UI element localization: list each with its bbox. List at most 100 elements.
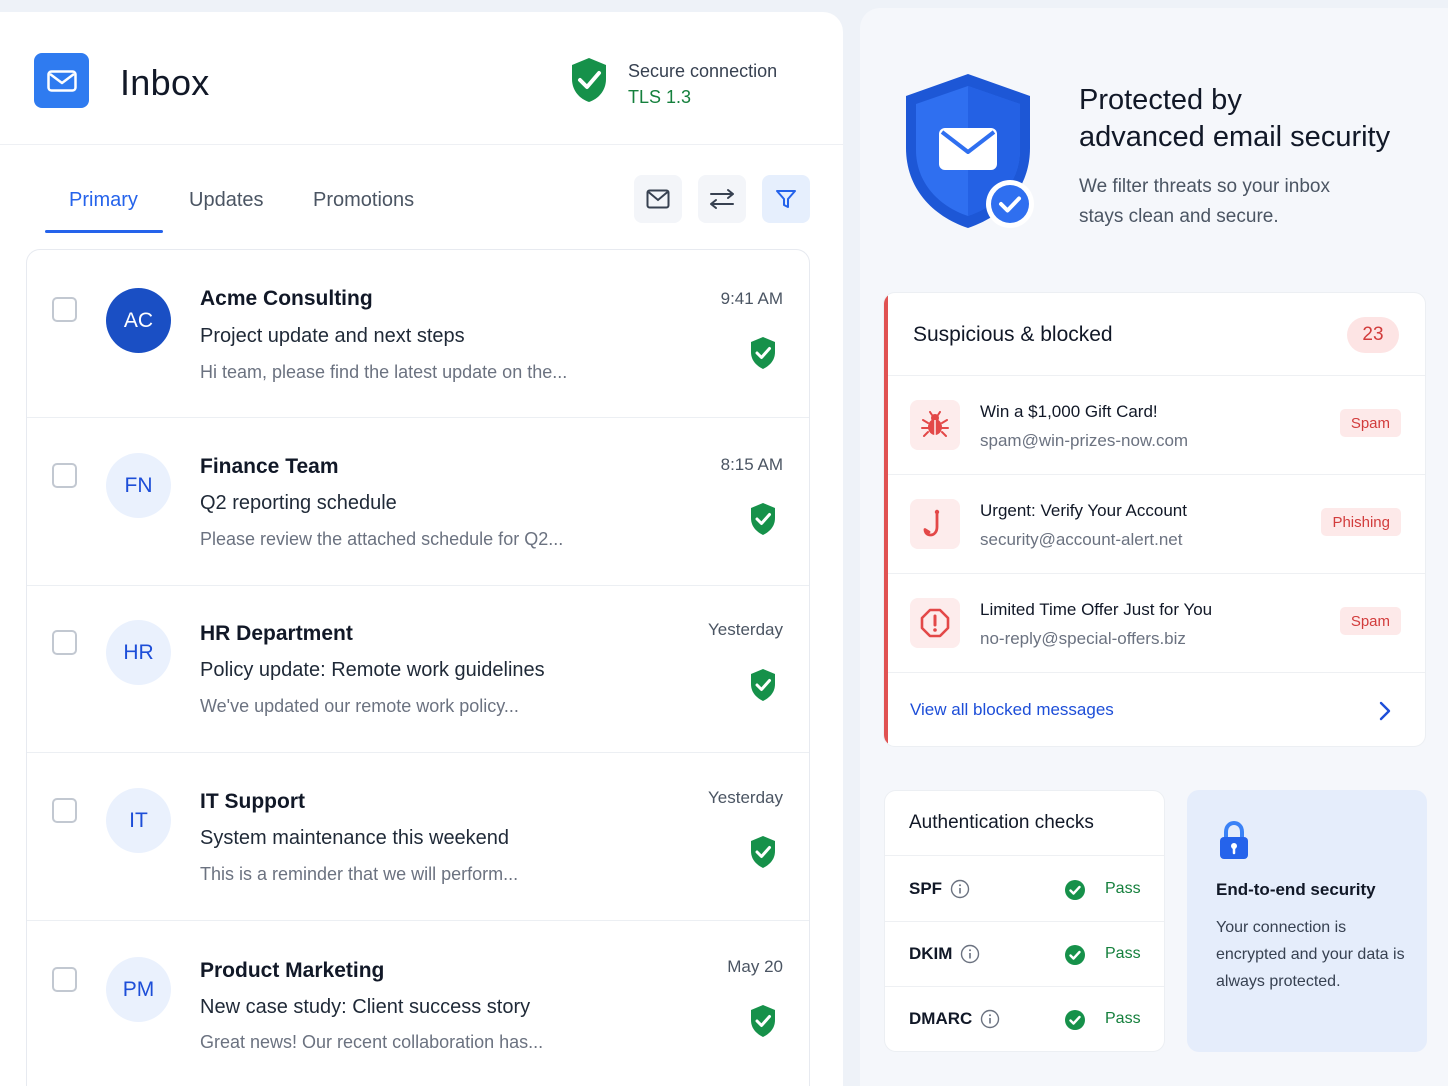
hero-title-line: advanced email security bbox=[1079, 121, 1391, 153]
divider bbox=[885, 986, 1164, 987]
sort-button[interactable] bbox=[698, 175, 746, 223]
sender-name: HR Department bbox=[200, 622, 353, 645]
email-subject: Policy update: Remote work guidelines bbox=[200, 659, 545, 681]
auth-title: Authentication checks bbox=[909, 812, 1094, 833]
blocked-sender: spam@win-prizes-now.com bbox=[980, 431, 1189, 450]
info-icon[interactable] bbox=[950, 879, 970, 899]
email-row[interactable]: HR HR Department Policy update: Remote w… bbox=[27, 585, 809, 753]
auth-check-name: DKIM bbox=[909, 944, 953, 963]
filter-button[interactable] bbox=[762, 175, 810, 223]
bug-icon bbox=[910, 400, 960, 450]
email-row[interactable]: AC Acme Consulting Project update and ne… bbox=[27, 250, 809, 418]
auth-check-name: SPF bbox=[909, 879, 943, 898]
email-row[interactable]: FN Finance Team Q2 reporting schedule Pl… bbox=[27, 418, 809, 586]
inbox-header: Inbox Secure connection TLS 1.3 bbox=[0, 12, 843, 145]
mail-icon bbox=[646, 189, 670, 209]
lock-icon bbox=[1217, 820, 1251, 867]
blocked-sender: security@account-alert.net bbox=[980, 530, 1183, 549]
active-tab-indicator bbox=[45, 230, 163, 233]
blocked-title: Suspicious & blocked bbox=[913, 323, 1113, 346]
auth-check-spf: SPF bbox=[909, 879, 970, 899]
auth-status: Pass bbox=[1105, 1010, 1141, 1027]
auth-status: Pass bbox=[1105, 880, 1141, 897]
email-preview: This is a reminder that we will perform.… bbox=[200, 864, 519, 884]
auth-check-dmarc: DMARC bbox=[909, 1009, 1000, 1029]
page-title: Inbox bbox=[120, 62, 210, 103]
email-subject: System maintenance this weekend bbox=[200, 827, 510, 849]
row-checkbox[interactable] bbox=[52, 630, 77, 655]
email-subject: Project update and next steps bbox=[200, 325, 465, 347]
e2e-title: End-to-end security bbox=[1216, 880, 1376, 899]
tls-version: TLS 1.3 bbox=[628, 87, 692, 107]
divider bbox=[888, 474, 1425, 475]
blocked-subject: Urgent: Verify Your Account bbox=[980, 501, 1187, 520]
verified-shield-icon bbox=[749, 336, 777, 375]
email-time: 8:15 AM bbox=[720, 455, 783, 474]
email-preview: We've updated our remote work policy... bbox=[200, 696, 519, 716]
hero-subtitle-line: stays clean and secure. bbox=[1079, 206, 1279, 227]
hook-icon bbox=[910, 499, 960, 549]
info-icon[interactable] bbox=[980, 1009, 1000, 1029]
sliders-icon bbox=[710, 189, 734, 209]
hero-title-line: Protected by bbox=[1079, 84, 1242, 116]
tab-promotions[interactable]: Promotions bbox=[313, 189, 414, 212]
suspicious-blocked-card: Suspicious & blocked 23 Win a $1,000 Gif… bbox=[883, 292, 1426, 747]
email-time: Yesterday bbox=[708, 788, 783, 807]
hero-subtitle-line: We filter threats so your inbox bbox=[1079, 176, 1330, 197]
e2e-description: Your connection is encrypted and your da… bbox=[1216, 919, 1405, 990]
hero-subtitle: We filter threats so your inbox stays cl… bbox=[1079, 172, 1330, 232]
email-list: AC Acme Consulting Project update and ne… bbox=[26, 249, 810, 1086]
avatar: HR bbox=[106, 620, 171, 685]
divider bbox=[888, 672, 1425, 673]
email-preview: Great news! Our recent collaboration has… bbox=[200, 1032, 544, 1052]
row-checkbox[interactable] bbox=[52, 297, 77, 322]
auth-check-name: DMARC bbox=[909, 1009, 973, 1028]
chevron-right-icon[interactable] bbox=[1378, 701, 1392, 726]
sender-name: IT Support bbox=[200, 790, 305, 813]
tab-updates[interactable]: Updates bbox=[189, 189, 264, 212]
email-preview: Please review the attached schedule for … bbox=[200, 529, 564, 549]
blocked-subject: Win a $1,000 Gift Card! bbox=[980, 402, 1158, 421]
verified-shield-icon bbox=[749, 835, 777, 874]
mark-read-button[interactable] bbox=[634, 175, 682, 223]
avatar: AC bbox=[106, 288, 171, 353]
check-circle-icon bbox=[1064, 944, 1086, 971]
divider bbox=[885, 855, 1164, 856]
inbox-panel: Inbox Secure connection TLS 1.3 Primary … bbox=[0, 12, 843, 1086]
blocked-count-badge: 23 bbox=[1347, 317, 1399, 353]
hero-title: Protected by advanced email security bbox=[1079, 82, 1390, 156]
email-time: May 20 bbox=[727, 957, 783, 976]
email-subject: New case study: Client success story bbox=[200, 996, 531, 1018]
auth-status: Pass bbox=[1105, 945, 1141, 962]
tab-primary[interactable]: Primary bbox=[69, 189, 138, 212]
check-circle-icon bbox=[1064, 1009, 1086, 1036]
threat-tag: Phishing bbox=[1321, 508, 1401, 536]
verified-shield-icon bbox=[749, 668, 777, 707]
sender-name: Finance Team bbox=[200, 455, 339, 478]
email-preview: Hi team, please find the latest update o… bbox=[200, 362, 568, 382]
email-time: 9:41 AM bbox=[720, 289, 783, 308]
divider bbox=[885, 921, 1164, 922]
info-icon[interactable] bbox=[960, 944, 980, 964]
avatar: FN bbox=[106, 453, 171, 518]
row-checkbox[interactable] bbox=[52, 463, 77, 488]
verified-shield-icon bbox=[749, 1004, 777, 1043]
email-time: Yesterday bbox=[708, 620, 783, 639]
row-checkbox[interactable] bbox=[52, 967, 77, 992]
email-row[interactable]: PM Product Marketing New case study: Cli… bbox=[27, 922, 809, 1086]
email-row[interactable]: IT IT Support System maintenance this we… bbox=[27, 753, 809, 921]
view-all-blocked-link[interactable]: View all blocked messages bbox=[910, 700, 1114, 720]
sender-name: Product Marketing bbox=[200, 959, 385, 982]
email-subject: Q2 reporting schedule bbox=[200, 492, 397, 514]
sender-name: Acme Consulting bbox=[200, 287, 373, 310]
secure-connection-status: Secure connection TLS 1.3 bbox=[628, 58, 777, 110]
divider bbox=[888, 375, 1425, 376]
mail-app-icon[interactable] bbox=[34, 53, 89, 108]
alert-icon bbox=[910, 598, 960, 648]
authentication-checks-card: Authentication checks SPF Pass DKIM Pass… bbox=[884, 790, 1165, 1052]
secure-connection-label: Secure connection bbox=[628, 61, 778, 81]
secure-shield-icon bbox=[569, 56, 609, 109]
verified-shield-icon bbox=[749, 502, 777, 541]
divider bbox=[888, 573, 1425, 574]
row-checkbox[interactable] bbox=[52, 798, 77, 823]
